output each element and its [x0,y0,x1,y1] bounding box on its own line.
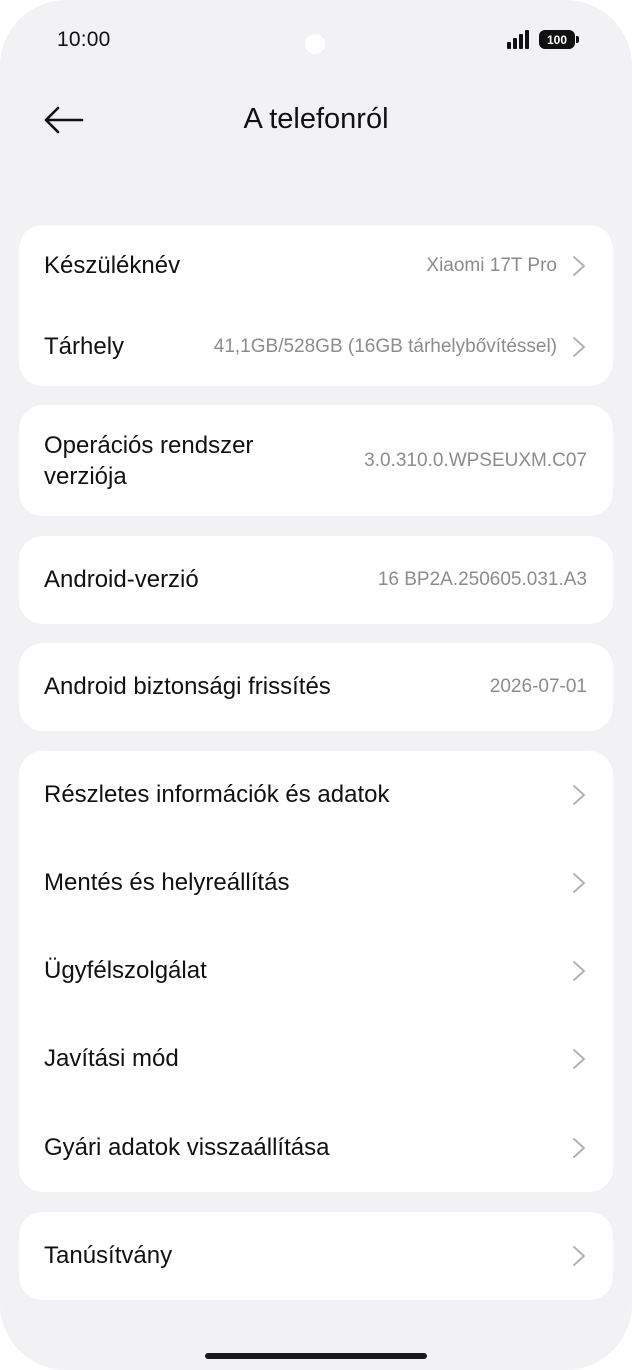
security-update-card: Android biztonsági frissítés 2026-07-01 [19,643,613,731]
menu-item-label: Mentés és helyreállítás [44,869,290,896]
signal-icon [507,30,533,49]
os-version-label: Operációs rendszer verziója [44,431,254,490]
android-version-value: 16 BP2A.250605.031.A3 [377,569,587,590]
menu-item-detailed-info[interactable]: Részletes információk és adatok [19,751,613,839]
os-version-card: Operációs rendszer verziója 3.0.310.0.WP… [19,405,613,516]
chevron-right-icon [573,336,585,357]
chevron-right-icon [573,1246,585,1266]
chevron-right-icon [573,961,585,981]
menu-item-backup-restore[interactable]: Mentés és helyreállítás [19,839,613,927]
android-version-label: Android-verzió [44,566,199,593]
phone-screen: 10:00 100 A telefonról Készüléknév Xiaom… [0,0,632,1370]
menu-item-factory-reset[interactable]: Gyári adatok visszaállítása [19,1103,613,1192]
os-version-row[interactable]: Operációs rendszer verziója 3.0.310.0.WP… [19,405,613,516]
battery-icon: 100 [539,30,579,49]
menu-item-label: Részletes információk és adatok [44,781,390,808]
storage-label: Tárhely [44,332,125,360]
menu-item-label: Javítási mód [44,1045,179,1072]
certification-card: Tanúsítvány [19,1212,613,1300]
device-name-value: Xiaomi 17T Pro [426,255,557,276]
home-indicator[interactable] [205,1353,427,1359]
front-camera [305,34,325,54]
os-version-value: 3.0.310.0.WPSEUXM.C07 [364,449,587,471]
menu-item-customer-service[interactable]: Ügyfélszolgálat [19,927,613,1015]
device-name-label: Készüléknév [44,252,181,279]
android-version-card: Android-verzió 16 BP2A.250605.031.A3 [19,536,613,624]
chevron-right-icon [573,1137,585,1158]
chevron-right-icon [573,1049,585,1069]
storage-value: 41,1GB/528GB (16GB tárhelybővítéssel) [213,335,557,357]
certification-label: Tanúsítvány [44,1242,173,1269]
menu-card: Részletes információk és adatok Mentés é… [19,751,613,1192]
chevron-right-icon [573,873,585,893]
device-name-row[interactable]: Készüléknév Xiaomi 17T Pro [19,225,613,307]
security-update-row[interactable]: Android biztonsági frissítés 2026-07-01 [19,643,613,731]
menu-item-repair-mode[interactable]: Javítási mód [19,1015,613,1103]
security-update-label: Android biztonsági frissítés [44,673,331,700]
battery-level: 100 [546,32,568,47]
android-version-row[interactable]: Android-verzió 16 BP2A.250605.031.A3 [19,536,613,624]
page-title: A telefonról [243,103,389,135]
chevron-right-icon [573,785,585,805]
chevron-right-icon [573,256,585,276]
status-time: 10:00 [57,28,111,51]
menu-item-label: Ügyfélszolgálat [44,957,207,984]
menu-item-label: Gyári adatok visszaállítása [44,1133,330,1161]
security-update-value: 2026-07-01 [489,676,587,697]
certification-row[interactable]: Tanúsítvány [19,1212,613,1300]
device-info-card: Készüléknév Xiaomi 17T Pro Tárhely 41,1G… [19,225,613,386]
storage-row[interactable]: Tárhely 41,1GB/528GB (16GB tárhelybővíté… [19,307,613,386]
